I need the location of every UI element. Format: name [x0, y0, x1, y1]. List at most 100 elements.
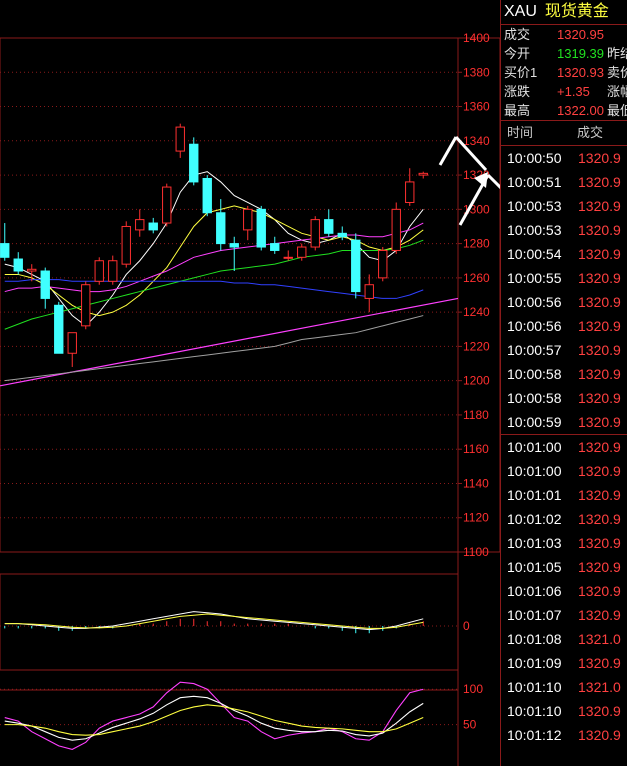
trade-price: 1320.9: [578, 703, 621, 719]
trade-price: 1320.9: [578, 318, 621, 334]
quote-row: 成交 1320.95: [501, 25, 627, 44]
trade-row[interactable]: 10:00:53 1320.9: [501, 194, 627, 218]
trade-price: 1320.9: [578, 583, 621, 599]
trade-row[interactable]: 10:01:10 1320.9: [501, 699, 627, 723]
trade-row[interactable]: 10:01:08 1321.0: [501, 627, 627, 651]
trade-row[interactable]: 10:01:06 1320.9: [501, 579, 627, 603]
trade-row[interactable]: 10:01:00 1320.9: [501, 434, 627, 459]
candle-body: [364, 284, 374, 299]
candle-body: [202, 177, 212, 214]
candle-body: [229, 243, 239, 248]
y-tick-label: 1180: [463, 408, 489, 422]
candle-body: [351, 239, 361, 293]
trade-time: 10:00:51: [507, 174, 562, 190]
trades-list[interactable]: 10:00:50 1320.9 10:00:51 1320.9 10:00:53 1320…: [501, 145, 627, 747]
trade-row[interactable]: 10:00:51 1320.9: [501, 170, 627, 194]
y-tick-label: 1120: [463, 511, 489, 525]
candle-body: [67, 332, 77, 354]
quote-rows: 成交1320.95今开1319.39昨结买价11320.93卖价涨跌+1.35涨…: [501, 25, 627, 120]
y-tick-label: 1100: [463, 545, 489, 559]
trade-time: 10:01:08: [507, 631, 562, 647]
quote-label-2: 涨幅: [607, 84, 627, 99]
trade-row[interactable]: 10:01:07 1320.9: [501, 603, 627, 627]
trade-row[interactable]: 10:01:09 1320.9: [501, 651, 627, 675]
trade-price: 1320.9: [578, 511, 621, 527]
candle-body: [405, 181, 415, 203]
trade-time: 10:01:05: [507, 559, 562, 575]
quote-row: 买价1 1320.93卖价: [501, 63, 627, 82]
trade-row[interactable]: 10:01:05 1320.9: [501, 555, 627, 579]
trade-price: 1320.9: [578, 655, 621, 671]
trade-price: 1320.9: [578, 198, 621, 214]
trade-row[interactable]: 10:00:58 1320.9: [501, 386, 627, 410]
trade-row[interactable]: 10:01:02 1320.9: [501, 507, 627, 531]
candle-body: [27, 268, 37, 272]
kline-chart-area[interactable]: 1400138013601340132013001280126012401220…: [0, 0, 500, 766]
y-tick-label: 1280: [463, 237, 490, 251]
trade-row[interactable]: 10:00:57 1320.9: [501, 338, 627, 362]
trade-price: 1320.9: [578, 246, 621, 262]
candle-body: [418, 172, 428, 176]
quote-value: 1320.95: [557, 27, 604, 42]
candle-body: [189, 143, 199, 183]
quote-sidebar: XAU 现货黄金 成交 1320.95 今开 1319.39昨结买价1 1320.93卖价…: [500, 0, 627, 766]
quote-header: XAU 现货黄金: [501, 0, 627, 24]
trade-time: 10:00:56: [507, 318, 562, 334]
trade-row[interactable]: 10:01:03 1320.9: [501, 531, 627, 555]
trade-price: 1320.9: [578, 342, 621, 358]
col-time: 时间: [507, 125, 534, 140]
quote-label: 买价1: [504, 65, 538, 80]
trade-time: 10:00:58: [507, 390, 562, 406]
trade-price: 1320.9: [578, 150, 621, 166]
trade-time: 10:00:55: [507, 270, 562, 286]
trade-price: 1320.9: [578, 414, 621, 430]
candle-body: [0, 243, 10, 258]
macd-frame: [0, 573, 459, 671]
price-panel[interactable]: 1400138013601340132013001280126012401220…: [0, 31, 500, 766]
y-tick-label: 1340: [463, 134, 490, 148]
candle-body: [13, 258, 23, 272]
macd-tick-label: 0: [463, 619, 470, 633]
candle-body: [324, 219, 334, 234]
trade-row[interactable]: 10:00:53 1320.9: [501, 218, 627, 242]
kdj-panel[interactable]: 100 50: [0, 681, 483, 750]
trade-price: 1320.9: [578, 463, 621, 479]
trade-time: 10:01:10: [507, 679, 562, 695]
macd-panel[interactable]: 0: [0, 573, 470, 671]
trade-time: 10:01:00: [507, 463, 562, 479]
trade-row[interactable]: 10:00:50 1320.9: [501, 146, 627, 170]
trade-row[interactable]: 10:00:54 1320.9: [501, 242, 627, 266]
trade-price: 1320.9: [578, 439, 621, 455]
trade-row[interactable]: 10:00:55 1320.9: [501, 266, 627, 290]
trade-row[interactable]: 10:01:00 1320.9: [501, 459, 627, 483]
trade-price: 1321.0: [578, 631, 621, 647]
trade-row[interactable]: 10:00:59 1320.9: [501, 410, 627, 434]
trade-time: 10:00:53: [507, 222, 562, 238]
trade-price: 1320.9: [578, 727, 621, 743]
y-tick-label: 1240: [463, 305, 490, 319]
trade-row[interactable]: 10:00:56 1320.9: [501, 314, 627, 338]
y-tick-label: 1140: [463, 476, 489, 490]
trade-price: 1320.9: [578, 294, 621, 310]
candle-body: [162, 186, 172, 224]
candle-body: [108, 260, 118, 282]
candle-body: [297, 246, 307, 258]
trade-price: 1320.9: [578, 559, 621, 575]
trade-row[interactable]: 10:01:10 1321.0: [501, 675, 627, 699]
trades-header: 时间 成交: [501, 120, 627, 145]
candle-body: [310, 219, 320, 248]
trade-price: 1320.9: [578, 366, 621, 382]
trade-row[interactable]: 10:01:01 1320.9: [501, 483, 627, 507]
trade-price: 1320.9: [578, 270, 621, 286]
candle-body: [337, 232, 347, 238]
trade-row[interactable]: 10:00:56 1320.9: [501, 290, 627, 314]
trade-row[interactable]: 10:00:58 1320.9: [501, 362, 627, 386]
ma-line: [4, 205, 424, 317]
trade-row[interactable]: 10:01:12 1320.9: [501, 723, 627, 747]
price-panel-frame: [0, 37, 500, 553]
kdj-tick-label: 100: [463, 682, 483, 696]
trade-price: 1320.9: [578, 390, 621, 406]
quote-label: 涨跌: [504, 84, 531, 99]
quote-label: 今开: [504, 46, 531, 61]
trade-price: 1320.9: [578, 222, 621, 238]
